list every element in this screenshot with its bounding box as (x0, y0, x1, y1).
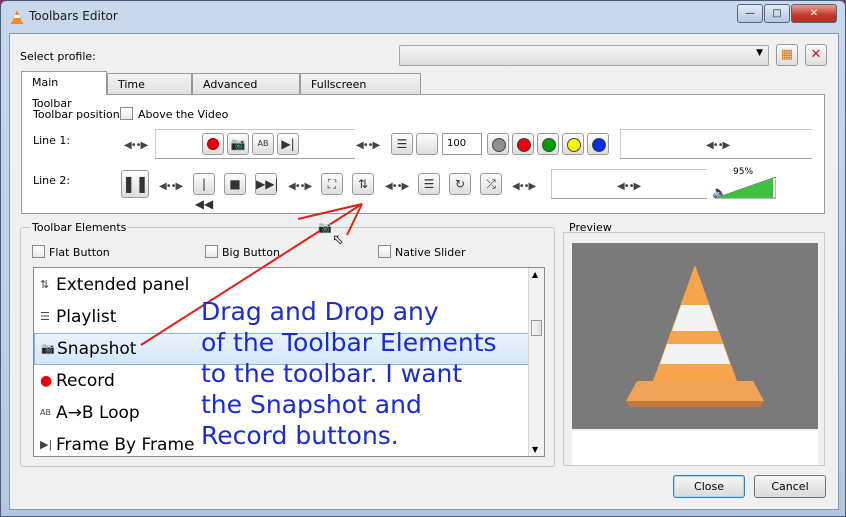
tab-main-toolbar[interactable]: Main Toolbar (21, 71, 107, 110)
annotation-text: Drag and Drop any of the Toolbar Element… (201, 296, 497, 451)
annotation-line: to the toolbar. I want (201, 359, 463, 388)
dragged-camera-icon: 📷 (318, 221, 332, 234)
annotation-line: Record buttons. (201, 421, 399, 450)
annotation-line: the Snapshot and (201, 390, 422, 419)
annotation-line: Drag and Drop any (201, 297, 439, 326)
annotation-line: of the Toolbar Elements (201, 328, 497, 357)
drag-cursor-icon: ⬁ (332, 232, 344, 248)
